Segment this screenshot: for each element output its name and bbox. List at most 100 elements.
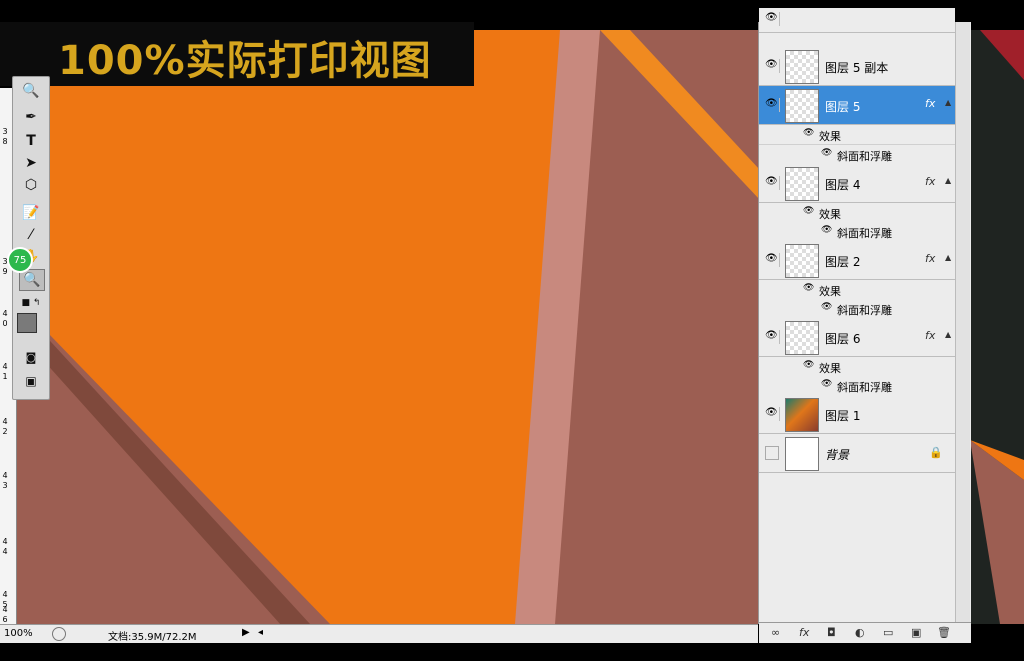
effects-group: 👁 效果 [759, 125, 955, 145]
status-bar: 100% 文档:35.9M/72.2M ▶ ◂ [0, 624, 758, 643]
effects-label: 效果 [819, 362, 841, 375]
layer-name[interactable]: 图层 5 [825, 98, 860, 115]
shape-tool-icon[interactable]: ⬡ [19, 175, 43, 195]
visibility-eye-icon[interactable]: 👁 [765, 407, 780, 421]
banner-title: 100%实际打印视图 [58, 38, 432, 84]
layer-name[interactable]: 图层 4 [825, 176, 860, 193]
fx-icon[interactable]: fx [925, 329, 935, 342]
scroll-left-icon[interactable]: ◂ [258, 627, 263, 638]
panel-scrollbar[interactable] [955, 22, 970, 622]
layer-thumbnail [785, 167, 819, 201]
status-menu-icon[interactable] [52, 627, 66, 641]
bevel-emboss-effect: 👁 斜面和浮雕 [759, 145, 955, 165]
effects-label: 效果 [819, 285, 841, 298]
ruler-tick: 4 [2, 537, 8, 546]
bevel-emboss-effect: 👁 斜面和浮雕 [759, 222, 955, 242]
layer-row[interactable]: 👁 图层 1 [759, 395, 955, 434]
layer-row[interactable]: 👁 图层 2 fx ▲ [759, 241, 955, 280]
fx-icon[interactable]: fx [925, 97, 935, 110]
layer-row-selected[interactable]: 👁 图层 5 fx ▲ [759, 86, 955, 125]
expand-icon[interactable]: ▲ [945, 330, 951, 339]
ruler-tick: 4 [2, 605, 8, 614]
layer-name[interactable]: 图层 5 副本 [825, 59, 888, 76]
layer-row[interactable]: 👁 图层 6 fx ▲ [759, 318, 955, 357]
effects-group: 👁 效果 [759, 280, 955, 300]
layer-name[interactable]: 图层 1 [825, 407, 860, 424]
new-group-icon[interactable]: ▭ [883, 626, 893, 639]
layer-thumbnail [785, 244, 819, 278]
expand-icon[interactable]: ▲ [945, 176, 951, 185]
expand-icon[interactable]: ▲ [945, 98, 951, 107]
eye-icon[interactable]: 👁 [803, 360, 814, 370]
eye-icon[interactable]: 👁 [803, 206, 814, 216]
ruler-tick: 3 [2, 481, 8, 490]
layer-name[interactable]: 背景 [825, 446, 849, 463]
effect-name: 斜面和浮雕 [837, 304, 892, 317]
ruler-tick: 3 [2, 127, 8, 136]
eye-icon[interactable]: 👁 [821, 148, 832, 158]
layer-row[interactable]: 👁 图层 4 fx ▲ [759, 164, 955, 203]
print-view-banner: 100%实际打印视图 [0, 22, 474, 86]
link-layers-icon[interactable]: ∞ [771, 626, 780, 639]
screen-mode-icon[interactable]: ▣ [19, 371, 43, 391]
layers-panel-footer: ∞ fx ◘ ◐ ▭ ▣ 🗑 [759, 622, 971, 643]
status-arrow-icon[interactable]: ▶ [242, 627, 250, 638]
visibility-eye-icon[interactable]: 👁 [765, 12, 780, 26]
effect-name: 斜面和浮雕 [837, 227, 892, 240]
toolbox: 🔍 ✒ T ➤ ⬡ 📝 ⁄ ✋ 🔍 ■ ↰ ◙ ▣ 75 [7, 76, 50, 400]
quick-mask-icon[interactable]: ◙ [19, 347, 43, 367]
ruler-tick: 4 [2, 362, 8, 371]
effects-label: 效果 [819, 208, 841, 221]
new-layer-icon[interactable]: ▣ [911, 626, 921, 639]
lock-icon: 🔒 [929, 446, 943, 459]
path-select-tool-icon[interactable]: ➤ [19, 153, 43, 173]
visibility-eye-icon[interactable]: 👁 [765, 253, 780, 267]
notes-tool-icon[interactable]: 📝 [19, 203, 43, 223]
pen-tool-icon[interactable]: ✒ [19, 107, 43, 127]
delete-layer-icon[interactable]: 🗑 [937, 626, 951, 639]
layer-row-background[interactable]: 背景 🔒 [759, 434, 955, 473]
visibility-eye-icon[interactable]: 👁 [765, 176, 780, 190]
visibility-eye-icon[interactable]: 👁 [765, 330, 780, 344]
adjustment-layer-icon[interactable]: ◐ [855, 626, 865, 639]
eyedropper-tool-icon[interactable]: ⁄ [19, 225, 43, 245]
eye-icon[interactable]: 👁 [803, 283, 814, 293]
fx-icon[interactable]: fx [925, 252, 935, 265]
ruler-tick: 1 [2, 372, 8, 381]
bevel-emboss-effect: 👁 斜面和浮雕 [759, 376, 955, 396]
ruler-tick: 4 [2, 417, 8, 426]
effects-label: 效果 [819, 130, 841, 143]
visibility-toggle[interactable] [765, 446, 779, 460]
add-style-icon[interactable]: fx [799, 626, 809, 639]
foreground-color-swatch[interactable] [17, 313, 37, 333]
zoom-tool-icon[interactable]: 🔍 [19, 81, 43, 101]
zoom-level[interactable]: 100% [4, 628, 33, 639]
visibility-eye-icon[interactable]: 👁 [765, 98, 780, 112]
effects-group: 👁 效果 [759, 357, 955, 377]
layers-panel: 👁 👁 图层 5 副本 👁 图层 5 fx ▲ 👁 效果 👁 斜面和浮雕 👁 图… [758, 8, 971, 643]
layer-row[interactable]: 👁 图层 5 副本 [759, 47, 955, 86]
ruler-tick: 8 [2, 137, 8, 146]
ruler-tick: 4 [2, 547, 8, 556]
eye-icon[interactable]: 👁 [821, 225, 832, 235]
layer-name[interactable]: 图层 2 [825, 253, 860, 270]
add-mask-icon[interactable]: ◘ [827, 626, 836, 639]
eye-icon[interactable]: 👁 [821, 379, 832, 389]
ruler-tick: 4 [2, 309, 8, 318]
layer-thumbnail [785, 437, 819, 471]
default-colors-icon[interactable]: ■ ↰ [19, 293, 43, 313]
effect-name: 斜面和浮雕 [837, 150, 892, 163]
type-tool-icon[interactable]: T [19, 131, 43, 151]
ruler-tick: 4 [2, 590, 8, 599]
layer-name[interactable]: 图层 6 [825, 330, 860, 347]
visibility-eye-icon[interactable]: 👁 [765, 59, 780, 73]
fx-icon[interactable]: fx [925, 175, 935, 188]
eye-icon[interactable]: 👁 [821, 302, 832, 312]
ruler-tick: 2 [2, 427, 8, 436]
layer-thumbnail [785, 50, 819, 84]
layer-row[interactable]: 👁 [759, 8, 955, 33]
eye-icon[interactable]: 👁 [803, 128, 814, 138]
expand-icon[interactable]: ▲ [945, 253, 951, 262]
effects-group: 👁 效果 [759, 203, 955, 223]
document-size: 文档:35.9M/72.2M [108, 632, 197, 643]
